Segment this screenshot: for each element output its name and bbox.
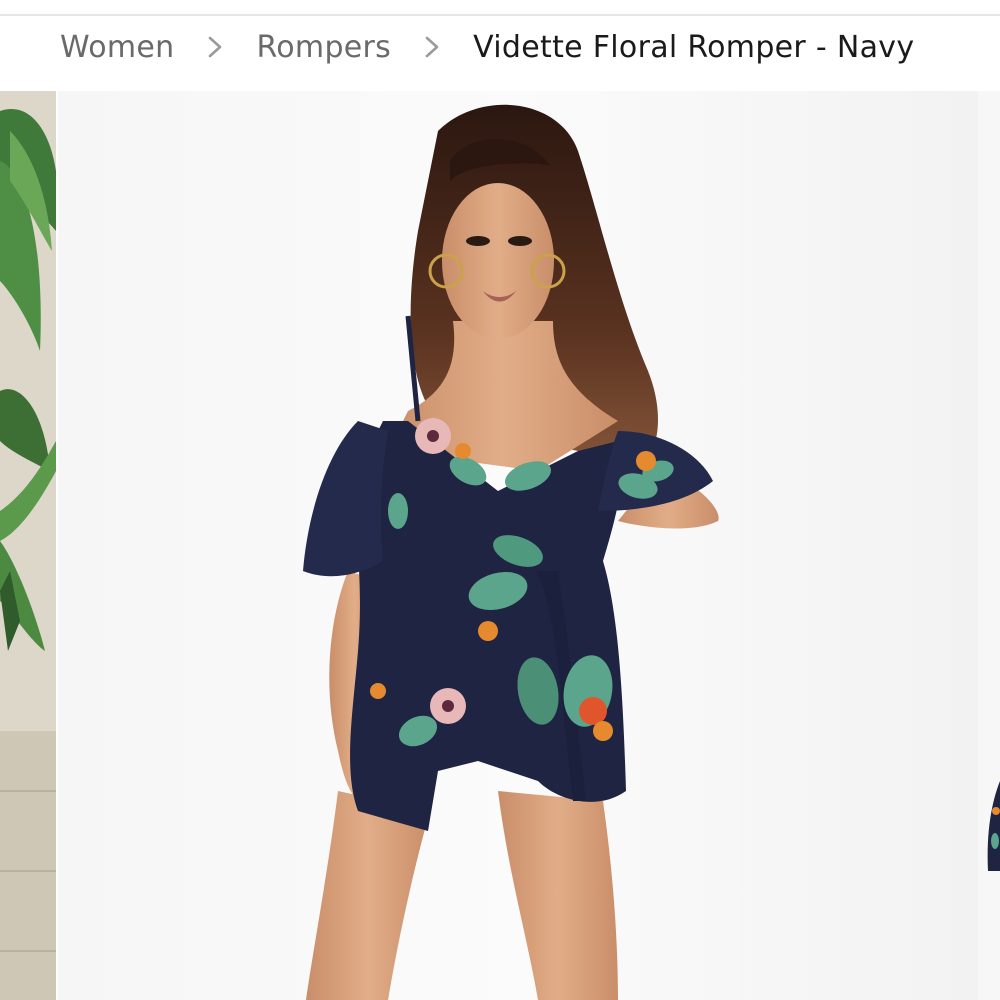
top-divider [0,14,1000,16]
product-main-image[interactable] [58,91,978,1000]
breadcrumb-link-rompers[interactable]: Rompers [256,30,391,65]
chevron-right-icon [391,27,473,67]
breadcrumb: Women Rompers Vidette Floral Romper - Na… [60,22,914,72]
next-product-image[interactable] [978,91,1000,1000]
chevron-right-icon [174,27,256,67]
breadcrumb-link-women[interactable]: Women [60,30,174,65]
product-image-gallery [0,91,1000,1000]
previous-product-image[interactable] [0,91,56,1000]
breadcrumb-current-product: Vidette Floral Romper - Navy [473,29,915,65]
